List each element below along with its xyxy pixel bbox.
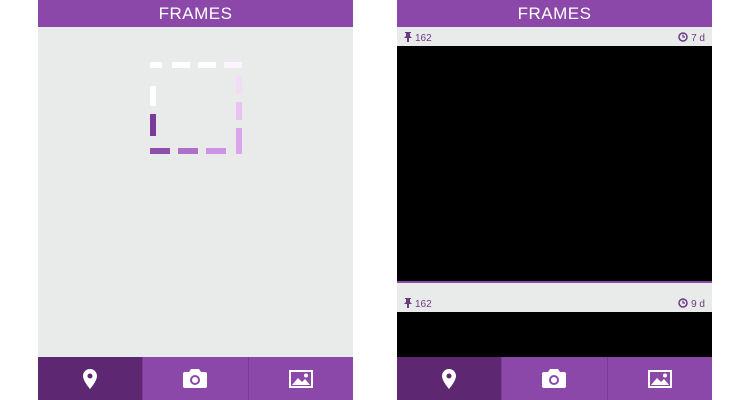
camera-icon: [183, 369, 208, 388]
post-header: 162 9 d: [397, 295, 712, 313]
pin-icon: [404, 297, 412, 311]
frames-screen-loading: FRAMES: [38, 0, 353, 400]
clock-icon: [678, 297, 688, 311]
post-age-value: 7 d: [691, 32, 705, 44]
title-bar: FRAMES: [38, 0, 353, 27]
post-header: 162 7 d: [397, 29, 712, 47]
location-pin-icon: [442, 368, 457, 389]
frames-screen-feed: FRAMES 162 7 d 162 9 d: [397, 0, 712, 400]
bottom-tab-bar: [38, 357, 353, 400]
post-divider: [397, 281, 712, 283]
tab-map[interactable]: [38, 357, 143, 400]
location-pin-icon: [83, 368, 98, 389]
dashed-square-loader-icon: [150, 62, 242, 154]
pin-count-value: 162: [415, 298, 432, 310]
tab-gallery[interactable]: [606, 357, 712, 400]
post-image[interactable]: [397, 46, 712, 281]
post-age-value: 9 d: [691, 298, 705, 310]
tab-camera[interactable]: [501, 357, 607, 400]
bottom-tab-bar: [397, 357, 712, 400]
post-age: 7 d: [678, 31, 705, 45]
tab-map[interactable]: [397, 357, 502, 400]
post-age: 9 d: [678, 297, 705, 311]
pin-count: 162: [404, 31, 432, 45]
gallery-icon: [288, 369, 313, 388]
page-title: FRAMES: [158, 3, 233, 23]
clock-icon: [678, 31, 688, 45]
tab-camera[interactable]: [142, 357, 248, 400]
title-bar: FRAMES: [397, 0, 712, 27]
tab-gallery[interactable]: [247, 357, 353, 400]
page-title: FRAMES: [517, 3, 592, 23]
camera-icon: [542, 369, 567, 388]
post-image[interactable]: [397, 312, 712, 362]
pin-icon: [404, 31, 412, 45]
pin-count: 162: [404, 297, 432, 311]
gallery-icon: [647, 369, 672, 388]
pin-count-value: 162: [415, 32, 432, 44]
